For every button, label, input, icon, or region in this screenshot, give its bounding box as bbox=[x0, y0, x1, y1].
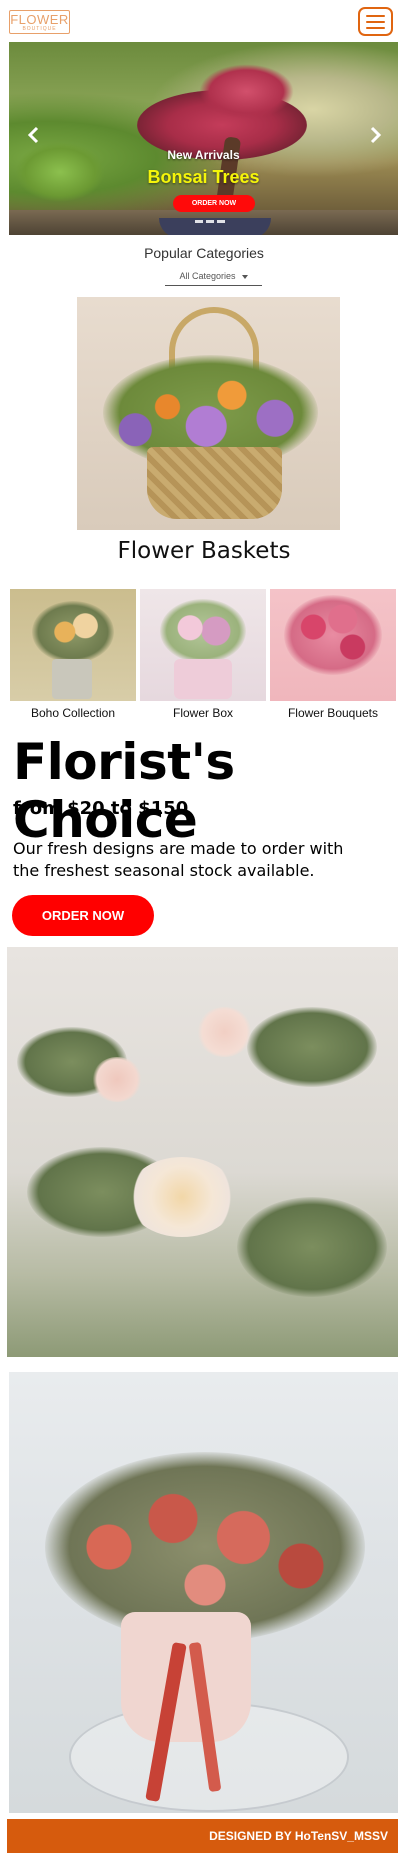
florists-choice-description: Our fresh designs are made to order with… bbox=[13, 839, 344, 880]
photo-leaf bbox=[247, 1007, 377, 1087]
hamburger-menu-icon-bar bbox=[366, 27, 385, 29]
pink-bouquet-image bbox=[284, 595, 382, 675]
boho-vase-image bbox=[52, 659, 92, 699]
site-footer: DESIGNED BY HoTenSV_MSSV bbox=[7, 1819, 398, 1853]
site-header: FLOWER BOUTIQUE bbox=[0, 0, 408, 42]
chevron-right-icon bbox=[370, 126, 382, 144]
flower-box-bouquet-image bbox=[160, 599, 246, 663]
category-dropdown[interactable]: All Categories bbox=[165, 268, 262, 286]
order-now-button[interactable]: ORDER NOW bbox=[12, 895, 154, 936]
popular-categories-heading: Popular Categories bbox=[144, 245, 264, 261]
flower-box-image bbox=[174, 659, 232, 699]
page: FLOWER BOUTIQUE New Arrivals Bonsai Tree… bbox=[0, 0, 408, 1853]
featured-category-title[interactable]: Flower Baskets bbox=[0, 538, 408, 564]
tile-label[interactable]: Flower Bouquets bbox=[270, 706, 396, 720]
site-logo[interactable]: FLOWER BOUTIQUE bbox=[9, 10, 70, 34]
tile-label[interactable]: Boho Collection bbox=[10, 706, 136, 720]
hero-image-bonsai-top bbox=[199, 64, 294, 119]
chevron-left-icon bbox=[27, 126, 39, 144]
hero-subtitle: New Arrivals bbox=[167, 148, 240, 162]
boho-bouquet-image bbox=[32, 601, 114, 663]
photo-rose bbox=[197, 1007, 252, 1057]
category-dropdown-value: All Categories bbox=[179, 271, 236, 281]
footer-credit: DESIGNED BY HoTenSV_MSSV bbox=[209, 1829, 388, 1843]
hamburger-menu-icon bbox=[366, 15, 385, 17]
photo-rose bbox=[92, 1057, 142, 1102]
flower-basket-image[interactable] bbox=[77, 297, 340, 530]
logo-sub-text: BOUTIQUE bbox=[22, 26, 57, 32]
hero-title: Bonsai Trees bbox=[147, 167, 260, 187]
slider-prev-button[interactable] bbox=[23, 126, 43, 146]
slider-dot[interactable] bbox=[195, 220, 203, 223]
tile-flower-box[interactable] bbox=[140, 589, 266, 701]
logo-main-text: FLOWER bbox=[10, 12, 69, 27]
slider-indicators bbox=[195, 220, 235, 224]
rose-bouquet-photo bbox=[9, 1372, 398, 1813]
florists-choice-title: Florist's Choice bbox=[13, 733, 235, 849]
florist-arrangement-photo bbox=[7, 947, 398, 1357]
caret-down-icon bbox=[241, 274, 248, 279]
price-range: from $20 to $150 bbox=[13, 798, 189, 819]
hero-order-now-button[interactable]: ORDER NOW bbox=[173, 195, 255, 212]
hero-slider: New Arrivals Bonsai Trees ORDER NOW bbox=[9, 42, 398, 235]
hamburger-menu-button[interactable] bbox=[358, 7, 393, 36]
bouquet-vase bbox=[121, 1612, 251, 1742]
wicker-basket bbox=[147, 447, 282, 519]
tile-label[interactable]: Flower Box bbox=[140, 706, 266, 720]
photo-leaf bbox=[237, 1197, 387, 1297]
slider-dot[interactable] bbox=[206, 220, 214, 223]
hamburger-menu-icon-bar bbox=[366, 21, 385, 23]
tile-boho-collection[interactable] bbox=[10, 589, 136, 701]
slider-next-button[interactable] bbox=[366, 126, 386, 146]
photo-rose bbox=[127, 1157, 237, 1237]
tile-flower-bouquets[interactable] bbox=[270, 589, 396, 701]
slider-dot[interactable] bbox=[217, 220, 225, 223]
